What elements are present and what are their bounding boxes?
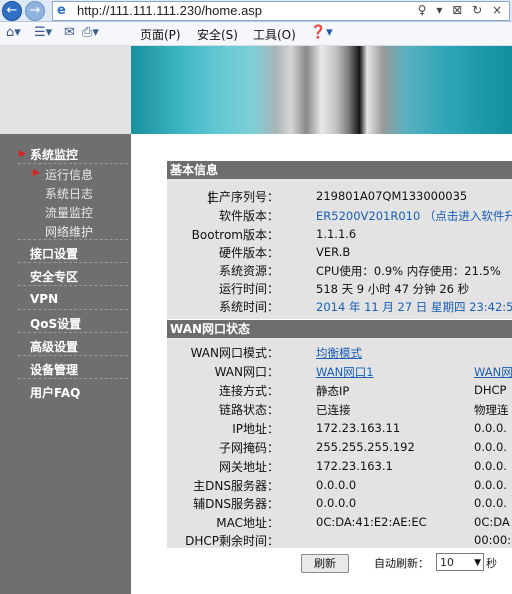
uptime-value: 518 天 9 小时 47 分钟 26 秒 <box>316 282 470 296</box>
system-resource-label: 系统资源： <box>218 264 279 278</box>
auto-refresh-select[interactable]: 10 ▼ <box>436 553 484 571</box>
secondary-dns-label: 辅DNS服务器： <box>193 497 279 511</box>
divider <box>18 355 128 356</box>
divider <box>18 309 128 310</box>
seconds-unit-label: 秒 <box>486 557 497 570</box>
main-content: 基本信息 生产序列号： 219801A07QM133000035 软件版本： E… <box>131 134 512 594</box>
software-version-link[interactable]: ER5200V201R010 （点击进入软件升 <box>316 208 512 224</box>
system-resource-value: CPU使用：0.9% 内存使用：21.5% <box>316 264 501 278</box>
divider <box>18 262 128 263</box>
dhcp-remaining-label: DHCP剩余时间： <box>185 534 279 548</box>
primary-dns-value-1: 0.0.0.0 <box>316 478 357 492</box>
active-sub-arrow-icon: ▶ <box>33 168 40 178</box>
submenu-system-log[interactable]: 系统日志 <box>45 185 93 202</box>
gateway-value-1: 172.23.163.1 <box>316 459 393 473</box>
menu-interface-settings[interactable]: 接口设置 <box>30 245 78 262</box>
serial-label: 生产序列号： <box>206 190 279 204</box>
connect-type-value-2: DHCP <box>474 383 507 397</box>
ie-icon: e <box>57 3 66 18</box>
connect-type-label: 连接方式： <box>218 384 279 398</box>
hardware-version-value: VER.B <box>316 245 351 259</box>
submenu-network-maintenance[interactable]: 网络维护 <box>45 223 93 240</box>
menu-page[interactable]: 页面(P) <box>140 26 181 43</box>
active-arrow-icon: ▶ <box>19 149 26 159</box>
section-header-basic-info: 基本信息 <box>167 161 512 179</box>
system-time-value: 2014 年 11 月 27 日 星期四 23:42:5 <box>316 300 512 314</box>
banner-left-panel <box>0 46 131 134</box>
menu-faq[interactable]: 用户FAQ <box>30 384 80 401</box>
divider <box>18 378 128 379</box>
wan-mode-label: WAN网口模式： <box>190 346 279 360</box>
menu-tools[interactable]: 工具(O) <box>253 26 296 43</box>
connect-type-value-1: 静态IP <box>316 384 350 398</box>
secondary-dns-value-1: 0.0.0.0 <box>316 496 357 510</box>
menu-security[interactable]: 安全(S) <box>197 26 238 43</box>
hardware-version-label: 硬件版本： <box>218 246 279 260</box>
menu-vpn[interactable]: VPN <box>30 292 58 306</box>
primary-dns-label: 主DNS服务器： <box>193 479 279 493</box>
link-status-value-1: 已连接 <box>316 403 351 417</box>
url-action-icons[interactable]: ♀ ▾ ⊠ ↻ × <box>418 3 505 17</box>
submenu-run-info[interactable]: 运行信息 <box>45 166 93 183</box>
divider <box>18 163 128 164</box>
bootrom-label: Bootrom版本： <box>191 228 279 242</box>
auto-refresh-value: 10 <box>440 556 454 569</box>
menu-advanced[interactable]: 高级设置 <box>30 338 78 355</box>
gateway-label: 网关地址： <box>218 460 279 474</box>
url-text: http://111.111.111.230/home.asp <box>77 3 263 18</box>
bootrom-value: 1.1.1.6 <box>316 227 357 241</box>
wan-port-2-link[interactable]: WAN网 <box>474 364 512 380</box>
primary-dns-value-2: 0.0.0. <box>474 478 507 492</box>
subnet-mask-value-1: 255.255.255.192 <box>316 440 415 454</box>
wan-port-1-link[interactable]: WAN网口1 <box>316 364 374 380</box>
ip-address-value-1: 172.23.163.11 <box>316 421 401 435</box>
uptime-label: 运行时间： <box>218 282 279 296</box>
section-header-wan: WAN网口状态 <box>167 320 512 338</box>
ip-address-label: IP地址： <box>232 422 279 436</box>
sidebar: ▶ 系统监控 ▶ 运行信息 系统日志 流量监控 网络维护 接口设置 安全专区 V… <box>0 134 131 594</box>
ip-address-value-2: 0.0.0. <box>474 421 507 435</box>
divider <box>18 332 128 333</box>
subnet-mask-value-2: 0.0.0. <box>474 440 507 454</box>
feeds-icon[interactable]: ☰▾ <box>34 25 52 40</box>
wan-mode-link[interactable]: 均衡模式 <box>316 345 362 361</box>
submenu-traffic-monitor[interactable]: 流量监控 <box>45 204 93 221</box>
command-bar: ⌂▾ ☰▾ ✉ ⎙▾ 页面(P) 安全(S) 工具(O) ❓▾ <box>0 22 512 46</box>
divider <box>18 285 128 286</box>
home-icon[interactable]: ⌂▾ <box>6 25 21 40</box>
chevron-down-icon: ▼ <box>474 558 481 568</box>
banner <box>0 46 512 134</box>
divider <box>18 239 128 240</box>
address-bar: ← → e http://111.111.111.230/home.asp ♀ … <box>0 0 512 22</box>
subnet-mask-label: 子网掩码： <box>218 441 279 455</box>
secondary-dns-value-2: 0.0.0. <box>474 496 507 510</box>
software-version-label: 软件版本： <box>218 209 279 223</box>
system-time-label: 系统时间： <box>218 300 279 314</box>
menu-qos[interactable]: QoS设置 <box>30 315 81 332</box>
mail-icon[interactable]: ✉ <box>64 25 75 40</box>
menu-device-management[interactable]: 设备管理 <box>30 361 78 378</box>
banner-graphic <box>131 46 512 134</box>
forward-button[interactable]: → <box>25 1 45 21</box>
dhcp-remaining-value-2: 00:00: <box>474 533 512 547</box>
menu-system-monitor[interactable]: 系统监控 <box>30 146 78 163</box>
menu-security-zone[interactable]: 安全专区 <box>30 268 78 285</box>
back-button[interactable]: ← <box>2 1 22 21</box>
mac-address-value-2: 0C:DA <box>474 515 510 529</box>
serial-value: 219801A07QM133000035 <box>316 189 468 203</box>
gateway-value-2: 0.0.0. <box>474 459 507 473</box>
wan-port-label: WAN网口： <box>214 365 279 379</box>
link-status-value-2: 物理连 <box>474 403 509 417</box>
auto-refresh-label: 自动刷新： <box>374 557 429 570</box>
link-status-label: 链路状态： <box>218 403 279 417</box>
refresh-button[interactable]: 刷新 <box>301 554 349 573</box>
text-cursor-icon: I <box>208 192 213 208</box>
mac-address-label: MAC地址： <box>216 516 279 530</box>
print-icon[interactable]: ⎙▾ <box>82 25 99 40</box>
help-icon[interactable]: ❓▾ <box>310 25 333 40</box>
url-field[interactable]: e http://111.111.111.230/home.asp ♀ ▾ ⊠ … <box>52 1 510 21</box>
mac-address-value-1: 0C:DA:41:E2:AE:EC <box>316 515 427 529</box>
